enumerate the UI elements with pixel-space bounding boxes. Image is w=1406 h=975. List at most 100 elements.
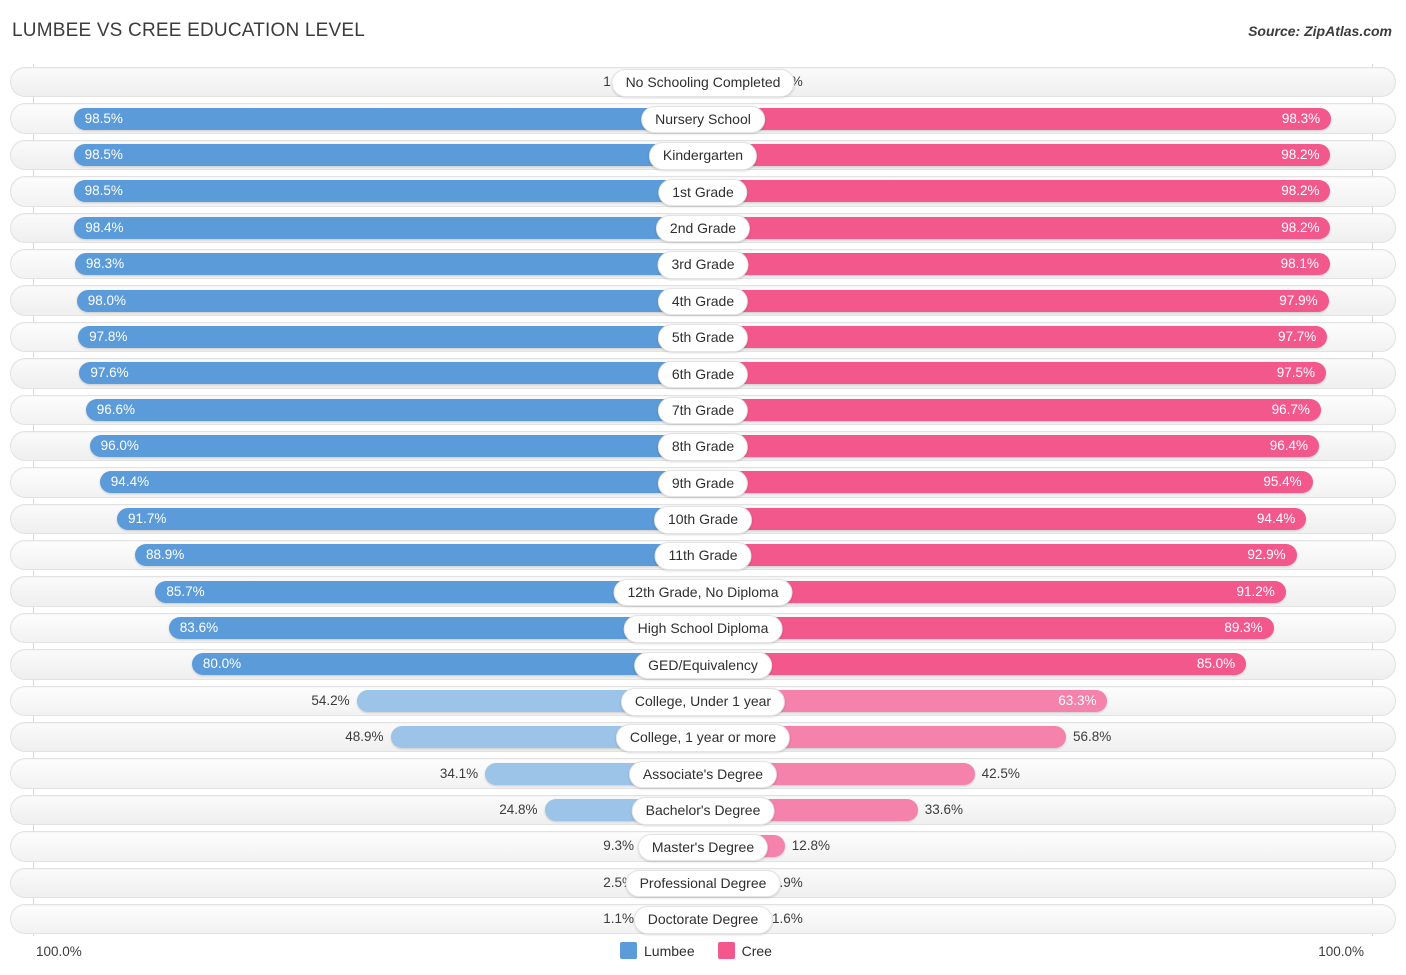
chart-row: 88.9% 92.9% 11th Grade <box>10 537 1396 573</box>
bar-cree[interactable]: 98.2% <box>703 143 1331 166</box>
bar-value-lumbee: 24.8% <box>499 802 538 817</box>
category-label[interactable]: 3rd Grade <box>657 251 749 279</box>
category-label[interactable]: Professional Degree <box>625 869 781 898</box>
category-label[interactable]: 4th Grade <box>657 287 749 316</box>
category-label[interactable]: 11th Grade <box>654 542 752 570</box>
chart-row: 98.4% 98.2% 2nd Grade <box>10 210 1396 246</box>
category-label[interactable]: No Schooling Completed <box>611 69 795 97</box>
chart-legend: Lumbee Cree <box>620 942 786 959</box>
bar-lumbee[interactable]: 98.5% <box>73 143 703 166</box>
bar-value-cree: 91.2% <box>1236 583 1275 599</box>
diverging-bar-plot: 1.5%1.9%No Schooling Completed 98.5% 98.3%… <box>10 64 1396 936</box>
chart-row: 2.5% 3.9% Professional Degree <box>10 865 1396 901</box>
source-attribution: Source: ZipAtlas.com <box>1248 23 1392 39</box>
category-label[interactable]: Bachelor's Degree <box>631 797 775 825</box>
chart-row: 94.4% 95.4% 9th Grade <box>10 464 1396 500</box>
category-label[interactable]: High School Diploma <box>623 615 783 643</box>
legend-label: Lumbee <box>644 942 695 959</box>
bar-cree[interactable]: 98.3% <box>703 107 1332 130</box>
chart-row: 1.5%1.9%No Schooling Completed <box>10 64 1396 100</box>
category-label[interactable]: 9th Grade <box>657 469 749 498</box>
bar-value-cree: 94.4% <box>1256 510 1296 526</box>
bar-value-cree: 33.6% <box>924 802 963 817</box>
bar-lumbee[interactable]: 98.5% <box>73 107 703 130</box>
category-label[interactable]: Doctorate Degree <box>633 906 773 934</box>
chart-row: 96.6% 96.7% 7th Grade <box>10 392 1396 428</box>
bar-value-cree: 98.3% <box>1281 110 1321 126</box>
bar-lumbee[interactable]: 98.5% <box>73 180 703 203</box>
bar-value-cree: 97.5% <box>1276 365 1316 381</box>
bar-lumbee[interactable]: 94.4% <box>99 471 703 494</box>
bar-cree[interactable]: 96.7% <box>703 398 1321 421</box>
bar-cree[interactable]: 97.5% <box>703 362 1327 385</box>
chart-row: 98.0% 97.9% 4th Grade <box>10 282 1396 318</box>
bar-cree[interactable]: 97.9% <box>703 289 1329 312</box>
bar-cree[interactable]: 96.4% <box>703 435 1319 458</box>
bar-lumbee[interactable]: 96.0% <box>89 435 703 458</box>
chart-row: 54.2% 63.3% College, Under 1 year <box>10 683 1396 719</box>
category-label[interactable]: 2nd Grade <box>655 214 751 243</box>
bar-lumbee[interactable]: 96.6% <box>85 398 703 421</box>
chart-footer: 100.0% 100.0% Lumbee Cree <box>0 936 1406 975</box>
chart-row: 98.5% 98.3% Nursery School <box>10 100 1396 136</box>
axis-label-right-max: 100.0% <box>1318 944 1364 959</box>
legend-label: Cree <box>741 942 772 959</box>
category-label[interactable]: 1st Grade <box>658 178 748 207</box>
category-label[interactable]: 5th Grade <box>657 324 749 352</box>
bar-value-lumbee: 98.4% <box>85 219 124 235</box>
category-label[interactable]: 7th Grade <box>657 396 749 425</box>
bar-cree[interactable]: 95.4% <box>703 471 1313 494</box>
bar-cree[interactable]: 92.9% <box>703 544 1297 567</box>
chart-rows: 1.5%1.9%No Schooling Completed 98.5% 98.3%… <box>10 64 1396 937</box>
category-label[interactable]: Kindergarten <box>648 142 758 170</box>
bar-lumbee[interactable]: 91.7% <box>117 507 703 530</box>
category-label[interactable]: College, Under 1 year <box>620 688 786 716</box>
bar-lumbee[interactable]: 98.4% <box>74 216 703 239</box>
category-label[interactable]: Master's Degree <box>637 833 769 862</box>
bar-value-cree: 89.3% <box>1224 620 1263 636</box>
category-label[interactable]: Nursery School <box>641 105 765 134</box>
legend-item[interactable]: Cree <box>717 942 772 959</box>
bar-value-lumbee: 54.2% <box>311 692 350 708</box>
chart-row: 98.5% 98.2% Kindergarten <box>10 137 1396 173</box>
bar-cree[interactable]: 97.7% <box>703 325 1328 348</box>
bar-value-lumbee: 96.6% <box>96 401 136 417</box>
bar-value-lumbee: 98.5% <box>84 146 123 162</box>
category-label[interactable]: 8th Grade <box>657 433 749 461</box>
bar-value-cree: 63.3% <box>1058 692 1097 708</box>
bar-lumbee[interactable]: 97.8% <box>78 325 703 348</box>
bar-value-lumbee: 97.8% <box>89 328 128 344</box>
bar-value-lumbee: 1.1% <box>603 911 634 927</box>
category-label[interactable]: College, 1 year or more <box>615 724 791 752</box>
bar-value-cree: 98.2% <box>1281 219 1320 235</box>
bar-cree[interactable]: 98.1% <box>703 253 1330 276</box>
chart-row: 98.3% 98.1% 3rd Grade <box>10 246 1396 282</box>
bar-value-lumbee: 98.3% <box>85 256 125 272</box>
bar-cree[interactable]: 89.3% <box>703 617 1274 640</box>
bar-value-cree: 97.7% <box>1278 328 1317 344</box>
bar-cree[interactable]: 85.0% <box>703 653 1247 676</box>
bar-value-cree: 1.6% <box>772 911 803 927</box>
bar-cree[interactable]: 98.2% <box>703 216 1331 239</box>
chart-row: 96.0% 96.4% 8th Grade <box>10 428 1396 464</box>
bar-lumbee[interactable]: 80.0% <box>191 653 703 676</box>
bar-lumbee[interactable]: 97.6% <box>79 362 703 385</box>
bar-lumbee[interactable]: 88.9% <box>134 544 703 567</box>
bar-value-lumbee: 88.9% <box>145 547 185 563</box>
category-label[interactable]: 10th Grade <box>653 506 753 534</box>
bar-cree[interactable]: 94.4% <box>703 507 1307 530</box>
chart-row: 80.0% 85.0% GED/Equivalency <box>10 646 1396 682</box>
bar-value-lumbee: 96.0% <box>100 438 139 454</box>
bar-value-cree: 56.8% <box>1072 729 1112 745</box>
legend-item[interactable]: Lumbee <box>620 942 695 959</box>
category-label[interactable]: 6th Grade <box>657 360 749 389</box>
category-label[interactable]: GED/Equivalency <box>634 651 772 680</box>
bar-value-cree: 96.4% <box>1269 438 1308 454</box>
bar-cree[interactable]: 98.2% <box>703 180 1331 203</box>
bar-value-lumbee: 9.3% <box>603 838 634 854</box>
bar-lumbee[interactable]: 98.3% <box>74 253 703 276</box>
category-label[interactable]: 12th Grade, No Diploma <box>613 578 793 607</box>
category-label[interactable]: Associate's Degree <box>628 760 778 789</box>
bar-lumbee[interactable]: 98.0% <box>76 289 703 312</box>
bar-value-lumbee: 34.1% <box>439 765 479 781</box>
